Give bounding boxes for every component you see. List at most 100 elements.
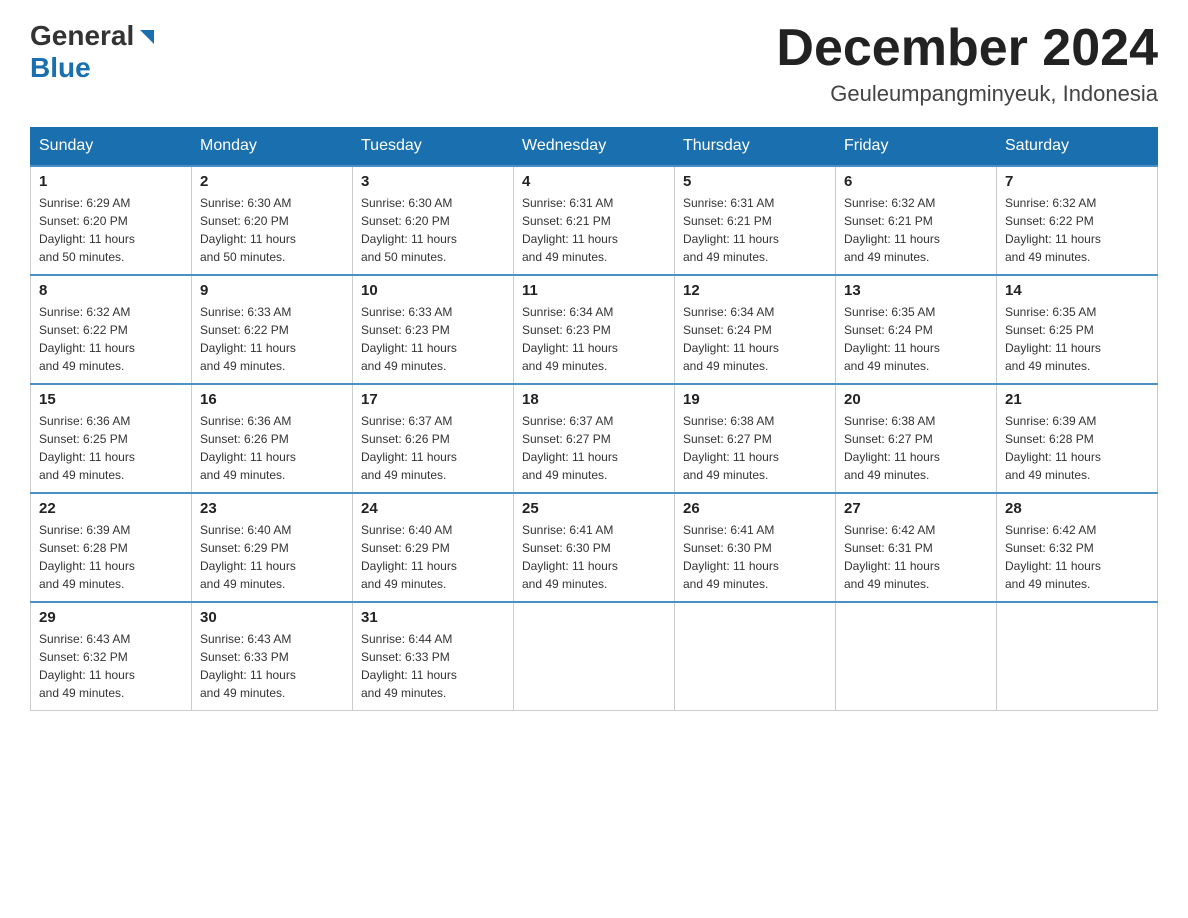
day-info: Sunrise: 6:40 AMSunset: 6:29 PMDaylight:… bbox=[200, 521, 344, 593]
day-number: 9 bbox=[200, 282, 344, 299]
day-info: Sunrise: 6:36 AMSunset: 6:26 PMDaylight:… bbox=[200, 412, 344, 484]
day-number: 27 bbox=[844, 500, 988, 517]
calendar-week-row: 1 Sunrise: 6:29 AMSunset: 6:20 PMDayligh… bbox=[31, 166, 1158, 275]
calendar-cell: 6 Sunrise: 6:32 AMSunset: 6:21 PMDayligh… bbox=[836, 166, 997, 275]
calendar-header-saturday: Saturday bbox=[997, 127, 1158, 166]
day-info: Sunrise: 6:41 AMSunset: 6:30 PMDaylight:… bbox=[683, 521, 827, 593]
calendar-cell: 26 Sunrise: 6:41 AMSunset: 6:30 PMDaylig… bbox=[675, 493, 836, 602]
title-section: December 2024 Geuleumpangminyeuk, Indone… bbox=[776, 20, 1158, 107]
day-number: 8 bbox=[39, 282, 183, 299]
calendar-cell: 10 Sunrise: 6:33 AMSunset: 6:23 PMDaylig… bbox=[353, 275, 514, 384]
day-info: Sunrise: 6:32 AMSunset: 6:22 PMDaylight:… bbox=[39, 303, 183, 375]
logo: General Blue bbox=[30, 20, 158, 84]
calendar-cell: 15 Sunrise: 6:36 AMSunset: 6:25 PMDaylig… bbox=[31, 384, 192, 493]
day-number: 21 bbox=[1005, 391, 1149, 408]
logo-general-text: General bbox=[30, 20, 134, 52]
calendar-table: SundayMondayTuesdayWednesdayThursdayFrid… bbox=[30, 127, 1158, 711]
calendar-cell: 28 Sunrise: 6:42 AMSunset: 6:32 PMDaylig… bbox=[997, 493, 1158, 602]
day-info: Sunrise: 6:32 AMSunset: 6:21 PMDaylight:… bbox=[844, 194, 988, 266]
calendar-cell: 25 Sunrise: 6:41 AMSunset: 6:30 PMDaylig… bbox=[514, 493, 675, 602]
calendar-cell: 7 Sunrise: 6:32 AMSunset: 6:22 PMDayligh… bbox=[997, 166, 1158, 275]
day-number: 17 bbox=[361, 391, 505, 408]
calendar-cell: 1 Sunrise: 6:29 AMSunset: 6:20 PMDayligh… bbox=[31, 166, 192, 275]
day-number: 22 bbox=[39, 500, 183, 517]
day-info: Sunrise: 6:31 AMSunset: 6:21 PMDaylight:… bbox=[522, 194, 666, 266]
day-number: 24 bbox=[361, 500, 505, 517]
calendar-week-row: 15 Sunrise: 6:36 AMSunset: 6:25 PMDaylig… bbox=[31, 384, 1158, 493]
logo-triangle-icon bbox=[136, 26, 158, 48]
calendar-cell: 5 Sunrise: 6:31 AMSunset: 6:21 PMDayligh… bbox=[675, 166, 836, 275]
day-number: 29 bbox=[39, 609, 183, 626]
day-number: 3 bbox=[361, 173, 505, 190]
calendar-header-thursday: Thursday bbox=[675, 127, 836, 166]
day-number: 26 bbox=[683, 500, 827, 517]
calendar-header-monday: Monday bbox=[192, 127, 353, 166]
day-info: Sunrise: 6:31 AMSunset: 6:21 PMDaylight:… bbox=[683, 194, 827, 266]
day-info: Sunrise: 6:35 AMSunset: 6:25 PMDaylight:… bbox=[1005, 303, 1149, 375]
page-header: General Blue December 2024 Geuleumpangmi… bbox=[30, 20, 1158, 107]
calendar-header-tuesday: Tuesday bbox=[353, 127, 514, 166]
calendar-cell: 24 Sunrise: 6:40 AMSunset: 6:29 PMDaylig… bbox=[353, 493, 514, 602]
day-info: Sunrise: 6:43 AMSunset: 6:33 PMDaylight:… bbox=[200, 630, 344, 702]
day-number: 23 bbox=[200, 500, 344, 517]
calendar-cell bbox=[997, 602, 1158, 711]
calendar-cell: 16 Sunrise: 6:36 AMSunset: 6:26 PMDaylig… bbox=[192, 384, 353, 493]
logo-icon: General Blue bbox=[30, 20, 158, 84]
day-info: Sunrise: 6:37 AMSunset: 6:27 PMDaylight:… bbox=[522, 412, 666, 484]
day-number: 13 bbox=[844, 282, 988, 299]
calendar-cell: 31 Sunrise: 6:44 AMSunset: 6:33 PMDaylig… bbox=[353, 602, 514, 711]
day-info: Sunrise: 6:33 AMSunset: 6:23 PMDaylight:… bbox=[361, 303, 505, 375]
calendar-cell: 13 Sunrise: 6:35 AMSunset: 6:24 PMDaylig… bbox=[836, 275, 997, 384]
day-number: 18 bbox=[522, 391, 666, 408]
day-number: 4 bbox=[522, 173, 666, 190]
calendar-header-row: SundayMondayTuesdayWednesdayThursdayFrid… bbox=[31, 127, 1158, 166]
calendar-week-row: 22 Sunrise: 6:39 AMSunset: 6:28 PMDaylig… bbox=[31, 493, 1158, 602]
calendar-cell: 3 Sunrise: 6:30 AMSunset: 6:20 PMDayligh… bbox=[353, 166, 514, 275]
calendar-cell: 12 Sunrise: 6:34 AMSunset: 6:24 PMDaylig… bbox=[675, 275, 836, 384]
day-info: Sunrise: 6:43 AMSunset: 6:32 PMDaylight:… bbox=[39, 630, 183, 702]
logo-blue-text: Blue bbox=[30, 52, 91, 83]
day-number: 7 bbox=[1005, 173, 1149, 190]
day-info: Sunrise: 6:38 AMSunset: 6:27 PMDaylight:… bbox=[683, 412, 827, 484]
calendar-cell: 8 Sunrise: 6:32 AMSunset: 6:22 PMDayligh… bbox=[31, 275, 192, 384]
calendar-cell: 2 Sunrise: 6:30 AMSunset: 6:20 PMDayligh… bbox=[192, 166, 353, 275]
day-info: Sunrise: 6:30 AMSunset: 6:20 PMDaylight:… bbox=[200, 194, 344, 266]
day-number: 14 bbox=[1005, 282, 1149, 299]
day-number: 11 bbox=[522, 282, 666, 299]
day-number: 19 bbox=[683, 391, 827, 408]
day-info: Sunrise: 6:40 AMSunset: 6:29 PMDaylight:… bbox=[361, 521, 505, 593]
day-info: Sunrise: 6:42 AMSunset: 6:32 PMDaylight:… bbox=[1005, 521, 1149, 593]
calendar-header-wednesday: Wednesday bbox=[514, 127, 675, 166]
calendar-week-row: 8 Sunrise: 6:32 AMSunset: 6:22 PMDayligh… bbox=[31, 275, 1158, 384]
day-info: Sunrise: 6:34 AMSunset: 6:24 PMDaylight:… bbox=[683, 303, 827, 375]
location-text: Geuleumpangminyeuk, Indonesia bbox=[776, 81, 1158, 107]
calendar-cell bbox=[675, 602, 836, 711]
day-number: 31 bbox=[361, 609, 505, 626]
day-info: Sunrise: 6:39 AMSunset: 6:28 PMDaylight:… bbox=[39, 521, 183, 593]
day-number: 15 bbox=[39, 391, 183, 408]
day-info: Sunrise: 6:35 AMSunset: 6:24 PMDaylight:… bbox=[844, 303, 988, 375]
day-info: Sunrise: 6:34 AMSunset: 6:23 PMDaylight:… bbox=[522, 303, 666, 375]
day-info: Sunrise: 6:30 AMSunset: 6:20 PMDaylight:… bbox=[361, 194, 505, 266]
calendar-cell: 19 Sunrise: 6:38 AMSunset: 6:27 PMDaylig… bbox=[675, 384, 836, 493]
calendar-cell bbox=[514, 602, 675, 711]
day-number: 1 bbox=[39, 173, 183, 190]
day-number: 5 bbox=[683, 173, 827, 190]
day-number: 6 bbox=[844, 173, 988, 190]
day-info: Sunrise: 6:41 AMSunset: 6:30 PMDaylight:… bbox=[522, 521, 666, 593]
calendar-cell: 17 Sunrise: 6:37 AMSunset: 6:26 PMDaylig… bbox=[353, 384, 514, 493]
day-number: 12 bbox=[683, 282, 827, 299]
day-info: Sunrise: 6:33 AMSunset: 6:22 PMDaylight:… bbox=[200, 303, 344, 375]
calendar-cell: 23 Sunrise: 6:40 AMSunset: 6:29 PMDaylig… bbox=[192, 493, 353, 602]
calendar-cell: 4 Sunrise: 6:31 AMSunset: 6:21 PMDayligh… bbox=[514, 166, 675, 275]
calendar-cell bbox=[836, 602, 997, 711]
day-info: Sunrise: 6:44 AMSunset: 6:33 PMDaylight:… bbox=[361, 630, 505, 702]
calendar-header-friday: Friday bbox=[836, 127, 997, 166]
day-info: Sunrise: 6:38 AMSunset: 6:27 PMDaylight:… bbox=[844, 412, 988, 484]
calendar-cell: 27 Sunrise: 6:42 AMSunset: 6:31 PMDaylig… bbox=[836, 493, 997, 602]
day-number: 28 bbox=[1005, 500, 1149, 517]
calendar-cell: 9 Sunrise: 6:33 AMSunset: 6:22 PMDayligh… bbox=[192, 275, 353, 384]
day-number: 25 bbox=[522, 500, 666, 517]
calendar-cell: 20 Sunrise: 6:38 AMSunset: 6:27 PMDaylig… bbox=[836, 384, 997, 493]
calendar-header-sunday: Sunday bbox=[31, 127, 192, 166]
